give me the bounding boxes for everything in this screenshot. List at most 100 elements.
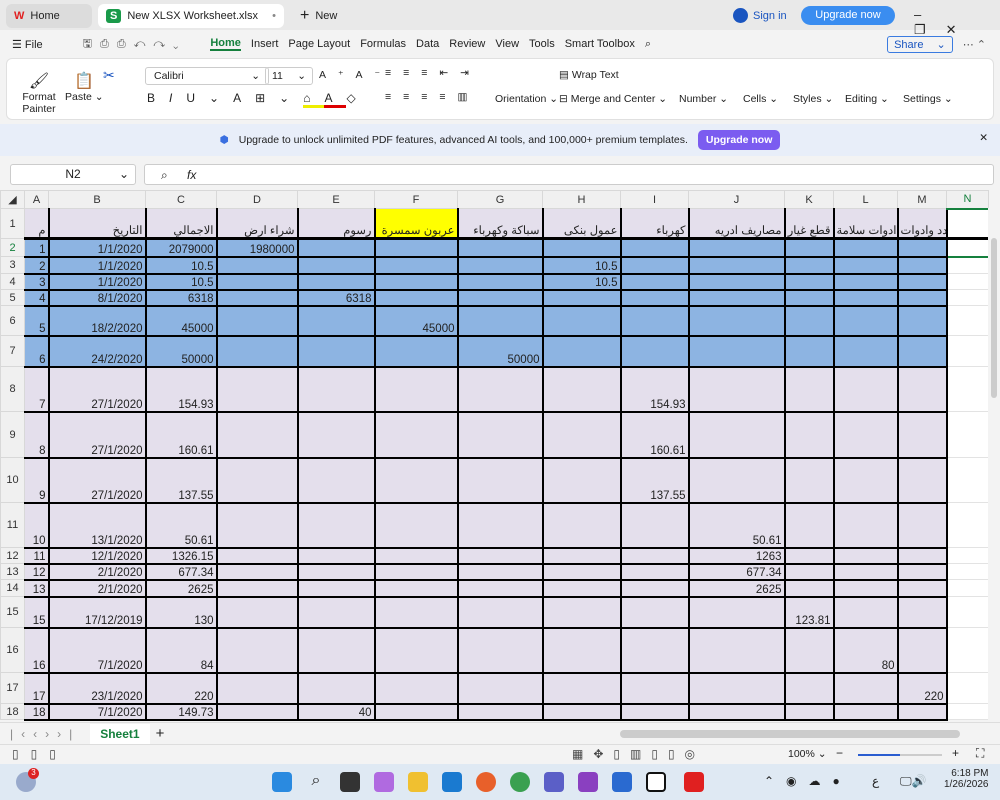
column-header-I[interactable]: I — [620, 190, 689, 209]
cell-D6[interactable] — [216, 305, 299, 337]
cell-E14[interactable] — [297, 579, 376, 598]
cell-I16[interactable] — [620, 627, 690, 674]
cell-K4[interactable] — [784, 273, 835, 291]
cell-C5[interactable]: 6318 — [145, 289, 218, 307]
cell-B7[interactable]: 24/2/2020 — [48, 335, 147, 368]
menu-home[interactable]: Home — [210, 37, 241, 51]
font-grow-shrink[interactable]: A⁺A⁻ — [319, 69, 392, 81]
row-header[interactable]: 18 — [0, 703, 25, 720]
cell-D15[interactable] — [216, 596, 299, 629]
cell-C18[interactable]: 149.73 — [145, 703, 218, 721]
menu-page-layout[interactable]: Page Layout — [288, 38, 350, 50]
cell-D9[interactable] — [216, 411, 299, 459]
chrome-icon[interactable] — [510, 772, 530, 792]
cell-N8[interactable] — [946, 366, 989, 412]
cell-M8[interactable] — [897, 366, 948, 413]
cell-F16[interactable] — [374, 627, 459, 674]
cell-E7[interactable] — [297, 335, 376, 368]
align-top-buttons[interactable]: ≡≡≡⇤⇥ — [385, 67, 481, 79]
cell-B12[interactable]: 12/1/2020 — [48, 547, 147, 565]
cell-A3[interactable]: 2 — [24, 256, 50, 275]
cell-N18[interactable] — [946, 703, 989, 720]
row-header[interactable]: 1 — [0, 208, 25, 239]
teams-icon[interactable] — [544, 772, 564, 792]
cell-H15[interactable] — [542, 596, 622, 629]
cell-J15[interactable] — [688, 596, 786, 629]
cell-M9[interactable] — [897, 411, 948, 459]
add-sheet-icon[interactable]: + — [156, 725, 165, 742]
cell-H3[interactable]: 10.5 — [542, 256, 622, 275]
cell-N4[interactable] — [946, 273, 989, 290]
cell-K10[interactable] — [784, 457, 835, 504]
cell-L1[interactable]: ادوات سلامة — [833, 208, 899, 240]
cell-F14[interactable] — [374, 579, 459, 598]
settings-button[interactable]: Settings ⌄ — [903, 93, 953, 105]
new-tab-button[interactable]: + New — [292, 4, 345, 28]
cell-E18[interactable]: 40 — [297, 703, 376, 721]
cell-J17[interactable] — [688, 672, 786, 705]
row-header[interactable]: 4 — [0, 273, 25, 290]
name-box[interactable]: N2 ⌄ — [10, 164, 136, 185]
cell-B9[interactable]: 27/1/2020 — [48, 411, 147, 459]
row-header[interactable]: 5 — [0, 289, 25, 306]
cell-D4[interactable] — [216, 273, 299, 291]
status-icons[interactable]: ▯▯▯ — [12, 747, 68, 761]
cell-N5[interactable] — [946, 289, 989, 306]
column-header-B[interactable]: B — [48, 190, 146, 209]
cell-B6[interactable]: 18/2/2020 — [48, 305, 147, 337]
cell-C15[interactable]: 130 — [145, 596, 218, 629]
cell-J8[interactable] — [688, 366, 786, 413]
zoom-level[interactable]: 100% ⌄ — [788, 748, 827, 760]
cell-A12[interactable]: 11 — [24, 547, 50, 565]
cell-N12[interactable] — [946, 547, 989, 564]
cell-A14[interactable]: 13 — [24, 579, 50, 598]
copilot-icon[interactable] — [374, 772, 394, 792]
cell-G10[interactable] — [457, 457, 544, 504]
cell-D11[interactable] — [216, 502, 299, 549]
cell-H6[interactable] — [542, 305, 622, 337]
cell-B2[interactable]: 1/1/2020 — [48, 238, 147, 258]
cell-G6[interactable] — [457, 305, 544, 337]
cell-L7[interactable] — [833, 335, 899, 368]
cell-G2[interactable] — [457, 238, 544, 258]
column-header-H[interactable]: H — [542, 190, 621, 209]
cell-C4[interactable]: 10.5 — [145, 273, 218, 291]
cell-I18[interactable] — [620, 703, 690, 721]
cell-I7[interactable] — [620, 335, 690, 368]
cell-N9[interactable] — [946, 411, 989, 458]
horizontal-scrollbar[interactable] — [620, 729, 960, 738]
visual-studio-icon[interactable] — [578, 772, 598, 792]
cell-L16[interactable]: 80 — [833, 627, 899, 674]
cell-C14[interactable]: 2625 — [145, 579, 218, 598]
cell-K12[interactable] — [784, 547, 835, 565]
cell-M3[interactable] — [897, 256, 948, 275]
cell-I2[interactable] — [620, 238, 690, 258]
cell-M17[interactable]: 220 — [897, 672, 948, 705]
column-header-M[interactable]: M — [897, 190, 947, 209]
row-header[interactable]: 2 — [0, 238, 25, 257]
fullscreen-icon[interactable]: ⛶ — [976, 746, 984, 761]
task-view-icon[interactable] — [340, 772, 360, 792]
cell-K17[interactable] — [784, 672, 835, 705]
vertical-scrollbar[interactable] — [988, 208, 1000, 722]
cell-F6[interactable]: 45000 — [374, 305, 459, 337]
column-header-A[interactable]: A — [24, 190, 49, 209]
cell-F15[interactable] — [374, 596, 459, 629]
app-icon[interactable] — [612, 772, 632, 792]
cell-F1[interactable]: عربون سمسرة — [374, 208, 459, 240]
cell-K8[interactable] — [784, 366, 835, 413]
cell-M2[interactable] — [897, 238, 948, 258]
merge-center-button[interactable]: ⊟ Merge and Center ⌄ — [559, 93, 667, 105]
cell-D2[interactable]: 1980000 — [216, 238, 299, 258]
cell-N15[interactable] — [946, 596, 989, 628]
cell-H17[interactable] — [542, 672, 622, 705]
cell-M7[interactable] — [897, 335, 948, 368]
file-explorer-icon[interactable] — [408, 772, 428, 792]
cell-E6[interactable] — [297, 305, 376, 337]
orientation-button[interactable]: Orientation ⌄ — [495, 93, 558, 105]
upgrade-button[interactable]: Upgrade now — [801, 6, 895, 25]
cell-H2[interactable] — [542, 238, 622, 258]
cell-D7[interactable] — [216, 335, 299, 368]
row-header[interactable]: 9 — [0, 411, 25, 458]
cell-F17[interactable] — [374, 672, 459, 705]
